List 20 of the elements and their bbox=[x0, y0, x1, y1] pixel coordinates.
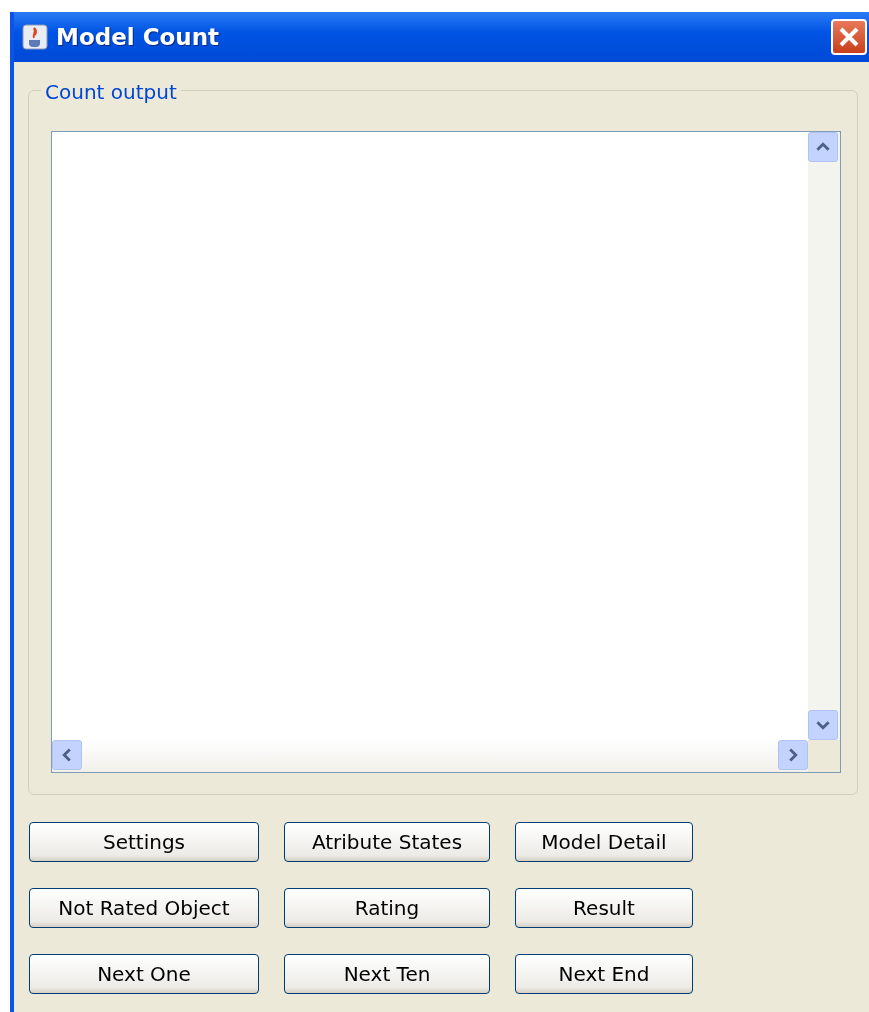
action-button[interactable]: Rating bbox=[284, 888, 490, 928]
action-button[interactable]: Next End bbox=[515, 954, 693, 994]
scroll-left-icon[interactable] bbox=[52, 740, 82, 770]
action-button[interactable]: Next One bbox=[29, 954, 259, 994]
coffee-cup-icon bbox=[22, 24, 48, 50]
action-button[interactable]: Model Detail bbox=[515, 822, 693, 862]
scrollbar-corner bbox=[808, 740, 840, 772]
close-icon bbox=[837, 25, 861, 49]
window-title: Model Count bbox=[56, 22, 220, 52]
action-button[interactable]: Result bbox=[515, 888, 693, 928]
action-button[interactable]: Atribute States bbox=[284, 822, 490, 862]
action-button[interactable]: Settings bbox=[29, 822, 259, 862]
scroll-down-icon[interactable] bbox=[808, 710, 838, 740]
action-button[interactable]: Not Rated Object bbox=[29, 888, 259, 928]
vertical-scrollbar[interactable] bbox=[808, 132, 840, 740]
scroll-right-icon[interactable] bbox=[778, 740, 808, 770]
close-button[interactable] bbox=[831, 19, 867, 55]
scroll-up-icon[interactable] bbox=[808, 132, 838, 162]
action-button[interactable]: Next Ten bbox=[284, 954, 490, 994]
horizontal-scrollbar[interactable] bbox=[52, 740, 808, 772]
